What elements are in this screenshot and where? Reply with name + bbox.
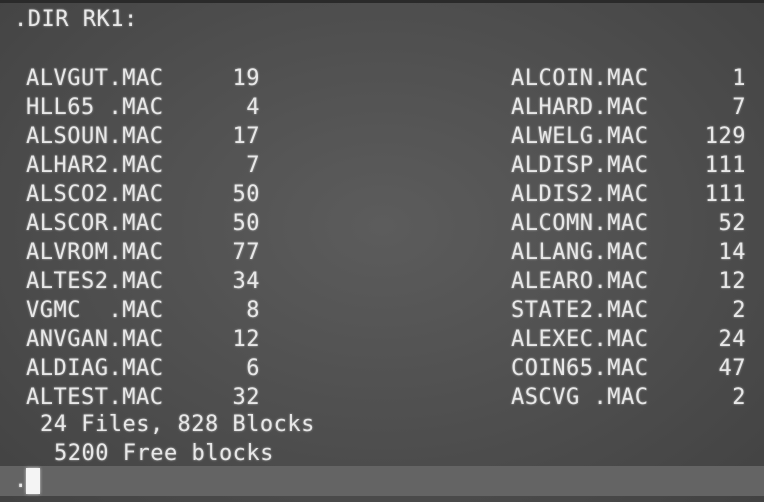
file-size: 77 bbox=[232, 240, 260, 265]
file-size: 50 bbox=[232, 211, 260, 236]
screen-top-edge bbox=[0, 0, 764, 3]
file-name: ALSCOR.MAC bbox=[26, 211, 164, 236]
file-name: ALVROM.MAC bbox=[26, 240, 164, 265]
file-name: ALWELG.MAC bbox=[511, 124, 649, 149]
file-name: ASCVG .MAC bbox=[511, 385, 649, 410]
file-size: 7 bbox=[246, 153, 260, 178]
file-size: 111 bbox=[704, 182, 746, 207]
file-size: 12 bbox=[718, 269, 746, 294]
file-name: ALLANG.MAC bbox=[511, 240, 649, 265]
file-name: STATE2.MAC bbox=[511, 298, 649, 323]
file-name: HLL65 .MAC bbox=[26, 95, 164, 120]
file-size: 24 bbox=[718, 327, 746, 352]
file-name: ALSCO2.MAC bbox=[26, 182, 164, 207]
file-name: ALDIAG.MAC bbox=[26, 356, 164, 381]
file-size: 19 bbox=[232, 66, 260, 91]
file-name: ALSOUN.MAC bbox=[26, 124, 164, 149]
file-name: ALCOIN.MAC bbox=[511, 66, 649, 91]
command-line: .DIR RK1: bbox=[14, 7, 138, 32]
free-blocks-summary: 5200 Free blocks bbox=[54, 441, 274, 466]
file-name: VGMC .MAC bbox=[26, 298, 164, 323]
file-size: 1 bbox=[732, 66, 746, 91]
file-name: ALDIS2.MAC bbox=[511, 182, 649, 207]
prompt-line[interactable] bbox=[0, 466, 764, 496]
file-name: ALTEST.MAC bbox=[26, 385, 164, 410]
file-name: ALDISP.MAC bbox=[511, 153, 649, 178]
file-name: ALEXEC.MAC bbox=[511, 327, 649, 352]
file-size: 129 bbox=[704, 124, 746, 149]
file-size: 50 bbox=[232, 182, 260, 207]
file-size: 2 bbox=[732, 385, 746, 410]
file-size: 52 bbox=[718, 211, 746, 236]
file-size: 17 bbox=[232, 124, 260, 149]
file-name: ALCOMN.MAC bbox=[511, 211, 649, 236]
file-size: 2 bbox=[732, 298, 746, 323]
files-summary: 24 Files, 828 Blocks bbox=[40, 412, 315, 437]
file-size: 34 bbox=[232, 269, 260, 294]
file-size: 32 bbox=[232, 385, 260, 410]
text-cursor[interactable] bbox=[26, 468, 40, 494]
file-name: ALHAR2.MAC bbox=[26, 153, 164, 178]
terminal-screen[interactable]: .DIR RK1: ALVGUT.MAC 19 HLL65 .MAC 4 ALSOU… bbox=[0, 0, 764, 502]
file-name: ALVGUT.MAC bbox=[26, 66, 164, 91]
file-size: 111 bbox=[704, 153, 746, 178]
file-name: ALHARD.MAC bbox=[511, 95, 649, 120]
file-name: COIN65.MAC bbox=[511, 356, 649, 381]
file-name: ANVGAN.MAC bbox=[26, 327, 164, 352]
file-size: 7 bbox=[732, 95, 746, 120]
file-size: 8 bbox=[246, 298, 260, 323]
file-name: ALTES2.MAC bbox=[26, 269, 164, 294]
file-name: ALEARO.MAC bbox=[511, 269, 649, 294]
file-size: 12 bbox=[232, 327, 260, 352]
file-size: 47 bbox=[718, 356, 746, 381]
file-size: 14 bbox=[718, 240, 746, 265]
file-size: 6 bbox=[246, 356, 260, 381]
file-size: 4 bbox=[246, 95, 260, 120]
